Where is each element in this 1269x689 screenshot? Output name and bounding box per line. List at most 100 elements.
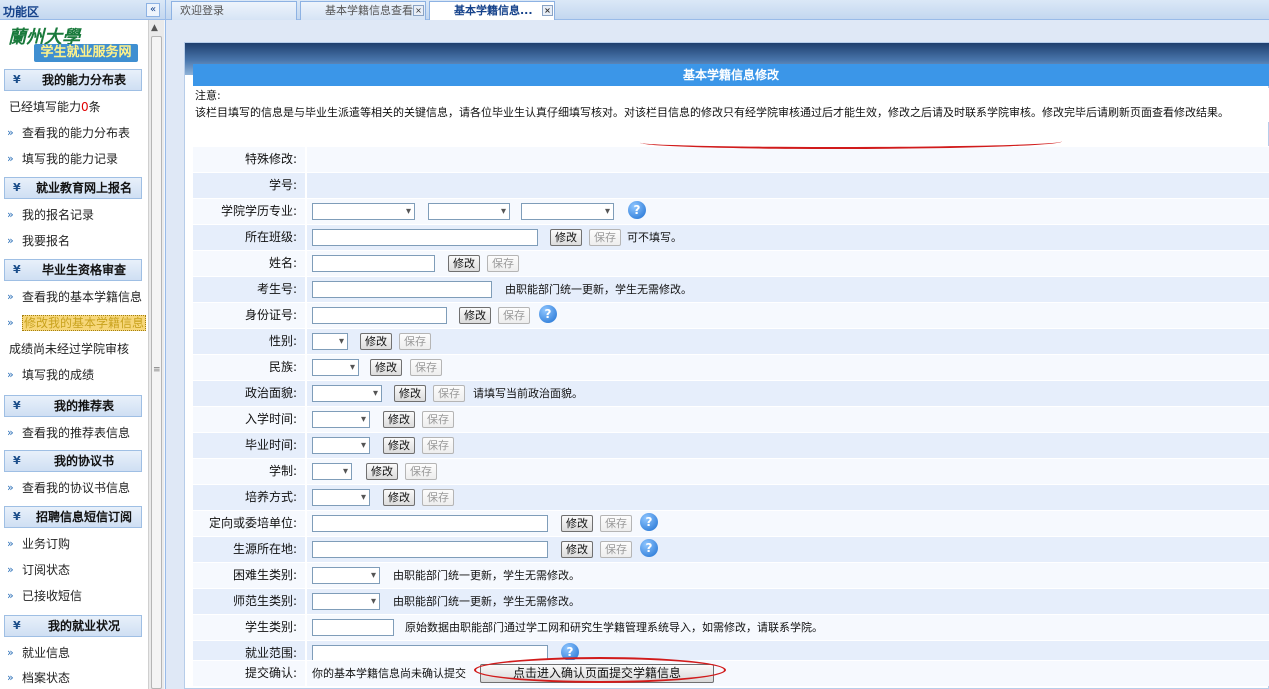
- row-name: 姓名: 修改 保存: [193, 250, 1269, 276]
- sidebar-item-view-ability[interactable]: » 查看我的能力分布表: [0, 121, 148, 145]
- sidebar-collapse-icon[interactable]: «: [146, 3, 160, 17]
- grad-time-edit-button[interactable]: 修改: [383, 437, 415, 454]
- enroll-time-save-button[interactable]: 保存: [422, 411, 454, 428]
- ethnicity-edit-button[interactable]: 修改: [370, 359, 402, 376]
- chevron-down-icon: ¥: [13, 181, 21, 194]
- directed-unit-save-button[interactable]: 保存: [600, 515, 632, 532]
- duration-save-button[interactable]: 保存: [405, 463, 437, 480]
- help-icon[interactable]: ?: [539, 305, 557, 323]
- college-select[interactable]: [312, 199, 415, 224]
- directed-unit-input[interactable]: [312, 515, 548, 532]
- training-save-button[interactable]: 保存: [422, 489, 454, 506]
- sidebar-item-sub-order[interactable]: » 业务订购: [0, 532, 148, 556]
- duration-edit-button[interactable]: 修改: [366, 463, 398, 480]
- sidebar-item-view-recommend[interactable]: » 查看我的推荐表信息: [0, 421, 148, 445]
- help-icon[interactable]: ?: [640, 513, 658, 531]
- training-select[interactable]: [312, 485, 370, 510]
- scroll-up-icon[interactable]: ▲: [151, 23, 158, 33]
- help-icon[interactable]: ?: [628, 201, 646, 219]
- sidebar-item-archive-status[interactable]: » 档案状态: [0, 666, 148, 689]
- gender-save-button[interactable]: 保存: [399, 333, 431, 350]
- chevron-down-icon: ¥: [13, 399, 21, 412]
- form-notice: 注意: 该栏目填写的信息是与毕业生派遣等相关的关键信息，请各位毕业生认真仔细填写…: [193, 88, 1269, 122]
- sidebar-scrollbar[interactable]: ▲ ≡: [148, 20, 164, 689]
- row-class: 所在班级: 修改 保存 可不填写。: [193, 224, 1269, 250]
- grad-time-save-button[interactable]: 保存: [422, 437, 454, 454]
- section-qualification[interactable]: ¥ 毕业生资格审查: [4, 259, 142, 281]
- sidebar-header: 功能区 «: [0, 0, 165, 20]
- normal-student-select[interactable]: [312, 589, 380, 614]
- double-chevron-right-icon: »: [7, 589, 14, 602]
- row-student-no: 学号:: [193, 172, 1269, 198]
- grad-time-select[interactable]: [312, 433, 370, 458]
- sidebar-item-employment-info[interactable]: » 就业信息: [0, 641, 148, 665]
- class-input[interactable]: [312, 229, 538, 246]
- section-online-enroll[interactable]: ¥ 就业教育网上报名: [4, 177, 142, 199]
- ethnicity-save-button[interactable]: 保存: [410, 359, 442, 376]
- help-icon[interactable]: ?: [640, 539, 658, 557]
- row-submit: 提交确认: 你的基本学籍信息尚未确认提交 点击进入确认页面提交学籍信息: [193, 660, 1269, 686]
- hardship-select[interactable]: [312, 563, 380, 588]
- row-hardship: 困难生类别: 由职能部门统一更新，学生无需修改。: [193, 562, 1269, 588]
- row-special: 特殊修改:: [193, 146, 1269, 172]
- directed-unit-edit-button[interactable]: 修改: [561, 515, 593, 532]
- sidebar-item-received-sms[interactable]: » 已接收短信: [0, 584, 148, 608]
- sidebar-item-my-enroll[interactable]: » 我的报名记录: [0, 203, 148, 227]
- politics-save-button[interactable]: 保存: [433, 385, 465, 402]
- training-edit-button[interactable]: 修改: [383, 489, 415, 506]
- sidebar-item-view-agreement[interactable]: » 查看我的协议书信息: [0, 476, 148, 500]
- sidebar-title: 功能区: [3, 5, 40, 19]
- duration-select[interactable]: [312, 459, 352, 484]
- class-save-button[interactable]: 保存: [589, 229, 621, 246]
- section-agreement[interactable]: ¥ 我的协议书: [4, 450, 142, 472]
- id-no-save-button[interactable]: 保存: [498, 307, 530, 324]
- name-save-button[interactable]: 保存: [487, 255, 519, 272]
- politics-edit-button[interactable]: 修改: [394, 385, 426, 402]
- sidebar-item-enroll[interactable]: » 我要报名: [0, 229, 148, 253]
- chevron-down-icon: ¥: [13, 510, 21, 523]
- exam-no-input[interactable]: [312, 281, 492, 298]
- sidebar-item-view-basic[interactable]: » 查看我的基本学籍信息: [0, 285, 148, 309]
- class-note: 可不填写。: [627, 231, 682, 244]
- section-recommend[interactable]: ¥ 我的推荐表: [4, 395, 142, 417]
- sidebar-item-fill-ability[interactable]: » 填写我的能力记录: [0, 147, 148, 171]
- origin-save-button[interactable]: 保存: [600, 541, 632, 558]
- major-select[interactable]: [521, 199, 614, 224]
- row-enroll-time: 入学时间: 修改 保存: [193, 406, 1269, 432]
- section-employment[interactable]: ¥ 我的就业状况: [4, 615, 142, 637]
- gender-edit-button[interactable]: 修改: [360, 333, 392, 350]
- name-input[interactable]: [312, 255, 435, 272]
- id-no-edit-button[interactable]: 修改: [459, 307, 491, 324]
- sidebar-item-edit-basic[interactable]: » 修改我的基本学籍信息: [0, 311, 148, 335]
- enroll-time-edit-button[interactable]: 修改: [383, 411, 415, 428]
- notice-label: 注意:: [195, 89, 221, 102]
- row-student-type: 学生类别: 原始数据由职能部门通过学工网和研究生学籍管理系统导入，如需修改，请联…: [193, 614, 1269, 640]
- politics-select[interactable]: [312, 381, 382, 406]
- class-edit-button[interactable]: 修改: [550, 229, 582, 246]
- double-chevron-right-icon: »: [7, 126, 14, 139]
- sidebar-scroll-area: 蘭州大學 学生就业服务网 ¥ 我的能力分布表 已经填写能力0条 » 查看我的能力…: [0, 20, 148, 689]
- row-origin: 生源所在地: 修改 保存 ?: [193, 536, 1269, 562]
- sidebar-item-sub-status[interactable]: » 订阅状态: [0, 558, 148, 582]
- sidebar-item-fill-grade[interactable]: » 填写我的成绩: [0, 363, 148, 387]
- double-chevron-right-icon: »: [7, 646, 14, 659]
- name-edit-button[interactable]: 修改: [448, 255, 480, 272]
- section-ability[interactable]: ¥ 我的能力分布表: [4, 69, 142, 91]
- ethnicity-select[interactable]: [312, 355, 359, 380]
- form-area: 基本学籍信息修改 注意: 该栏目填写的信息是与毕业生派遣等相关的关键信息，请各位…: [184, 0, 1269, 689]
- scrollbar-thumb[interactable]: [151, 36, 162, 689]
- section-sms-subscribe[interactable]: ¥ 招聘信息短信订阅: [4, 506, 142, 528]
- origin-edit-button[interactable]: 修改: [561, 541, 593, 558]
- student-type-input[interactable]: [312, 619, 394, 636]
- student-no-value: [307, 173, 1269, 198]
- gender-select[interactable]: [312, 329, 348, 354]
- origin-input[interactable]: [312, 541, 548, 558]
- double-chevron-right-icon: »: [7, 481, 14, 494]
- enroll-time-select[interactable]: [312, 407, 370, 432]
- double-chevron-right-icon: »: [7, 234, 14, 247]
- double-chevron-right-icon: »: [7, 563, 14, 576]
- double-chevron-right-icon: »: [7, 316, 14, 329]
- id-no-input[interactable]: [312, 307, 447, 324]
- form-title: 基本学籍信息修改: [193, 64, 1269, 86]
- degree-select[interactable]: [428, 199, 510, 224]
